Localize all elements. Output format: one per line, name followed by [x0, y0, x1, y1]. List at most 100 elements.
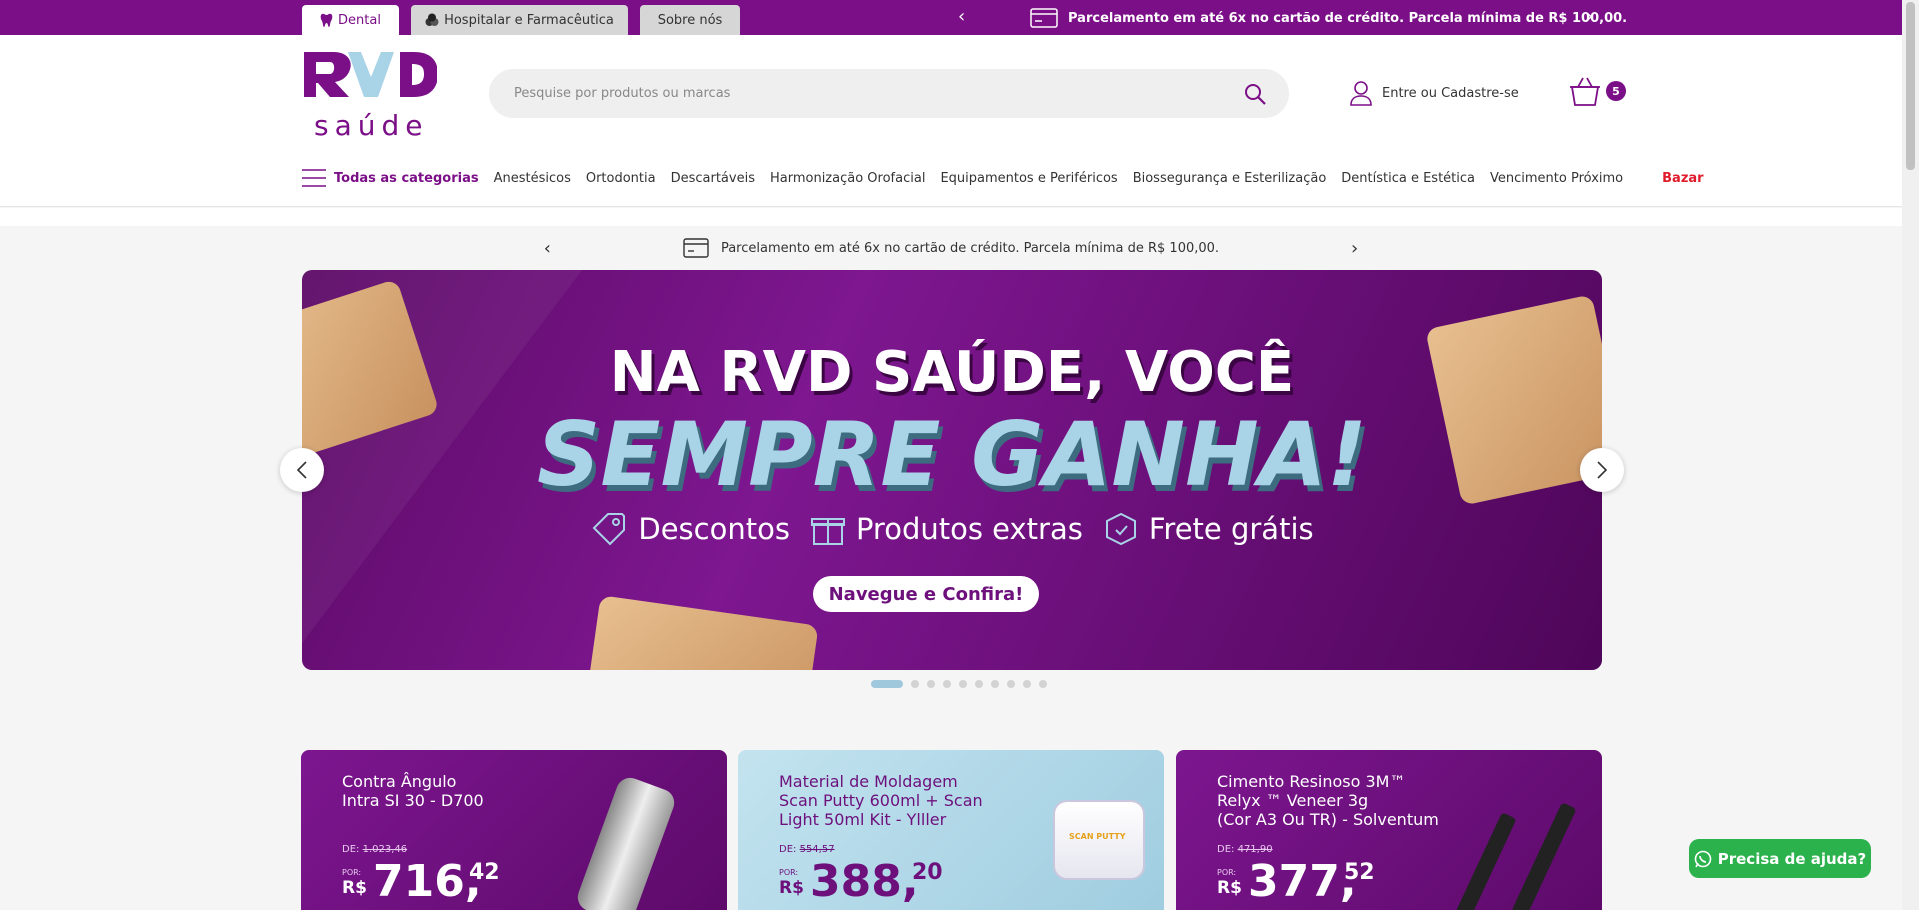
cart-count-badge: 5 [1606, 81, 1626, 101]
feature-produtos-extras: Produtos extras [810, 511, 1083, 547]
carousel-dot[interactable] [871, 680, 903, 688]
tab-label: Dental [338, 12, 381, 28]
handpiece-image [573, 773, 679, 910]
gift-icon [810, 518, 845, 545]
product-price: 388, [810, 856, 919, 907]
whatsapp-icon [1694, 850, 1712, 867]
product-name: Material de Moldagem Scan Putty 600ml + … [779, 772, 983, 829]
product-price-cents: 52 [1344, 860, 1375, 885]
feature-label: Produtos extras [855, 512, 1083, 546]
product-name: Contra Ângulo Intra SI 30 - D700 [342, 772, 484, 810]
product-name: Cimento Resinoso 3M™ Relyx ™ Veneer 3g (… [1217, 772, 1439, 829]
credit-card-icon [1030, 8, 1058, 28]
banner-cta-button[interactable]: Navegue e Confira! [813, 576, 1039, 612]
nav-item-ortodontia[interactable]: Ortodontia [586, 171, 656, 186]
carousel-dots [871, 680, 1047, 688]
info-next-arrow[interactable]: › [1351, 238, 1358, 259]
banner-features: Descontos Produtos extras Frete grátis [302, 510, 1602, 548]
feature-descontos: Descontos [590, 510, 790, 548]
search-bar[interactable]: Pesquise por produtos ou marcas [489, 69, 1289, 118]
promo-next-arrow[interactable]: › [1586, 6, 1593, 27]
product-currency: R$ [779, 878, 804, 898]
chevron-right-icon [1597, 461, 1608, 479]
putty-jar-image: SCAN PUTTY [1053, 800, 1145, 880]
tab-dental[interactable]: Dental [302, 5, 399, 35]
info-prev-arrow[interactable]: ‹ [544, 238, 551, 259]
hamburger-icon [302, 169, 326, 187]
nav-item-anestesicos[interactable]: Anestésicos [494, 171, 571, 186]
product-old-price: DE: 1.023,46 [342, 844, 408, 855]
nav-item-harmonizacao[interactable]: Harmonização Orofacial [770, 171, 925, 186]
user-icon [1350, 81, 1372, 106]
carousel-dot[interactable] [1007, 680, 1015, 688]
whatsapp-help-button[interactable]: Precisa de ajuda? [1689, 839, 1871, 878]
tab-hospitalar[interactable]: Hospitalar e Farmacêutica [411, 5, 628, 35]
search-icon[interactable] [1243, 82, 1267, 106]
nav-item-descartaveis[interactable]: Descartáveis [671, 171, 755, 186]
all-categories-button[interactable]: Todas as categorias [302, 168, 479, 188]
login-link[interactable]: Entre ou Cadastre-se [1350, 80, 1519, 106]
promo-text: Parcelamento em até 6x no cartão de créd… [1068, 10, 1628, 26]
hero-banner[interactable]: NA RVD SAÚDE, VOCÊ SEMPRE GANHA! Descont… [302, 270, 1602, 670]
product-old-price: DE: 554,57 [779, 844, 835, 855]
basket-icon [1570, 77, 1600, 106]
banner-next-button[interactable] [1580, 448, 1624, 492]
nav-item-vencimento[interactable]: Vencimento Próximo [1490, 171, 1623, 186]
banner-headline: NA RVD SAÚDE, VOCÊ [609, 340, 1295, 405]
tab-label: Sobre nós [657, 12, 723, 28]
chevron-left-icon [296, 461, 307, 479]
product-price-cents: 42 [469, 860, 500, 885]
tooth-icon [320, 13, 333, 27]
carousel-dot[interactable] [975, 680, 983, 688]
product-price-cents: 20 [912, 860, 943, 885]
product-por-label: POR: [779, 868, 799, 877]
banner-subheadline: SEMPRE GANHA! [537, 403, 1367, 506]
product-price: 716, [373, 856, 482, 907]
product-currency: R$ [342, 878, 367, 898]
site-header: saúde Pesquise por produtos ou marcas En… [0, 35, 1902, 207]
pills-icon [425, 13, 439, 26]
promo-prev-arrow[interactable]: ‹ [958, 6, 965, 27]
product-card[interactable]: Contra Ângulo Intra SI 30 - D700 DE: 1.0… [301, 750, 727, 910]
product-por-label: POR: [342, 868, 362, 877]
carousel-dot[interactable] [911, 680, 919, 688]
top-bar: Dental Hospitalar e Farmacêutica Sobre n… [0, 0, 1902, 35]
banner-prev-button[interactable] [280, 448, 324, 492]
login-label: Entre ou Cadastre-se [1382, 85, 1519, 101]
product-card[interactable]: Cimento Resinoso 3M™ Relyx ™ Veneer 3g (… [1176, 750, 1602, 910]
nav-item-biosseguranca[interactable]: Biossegurança e Esterilização [1133, 171, 1327, 186]
carousel-dot[interactable] [1023, 680, 1031, 688]
carousel-dot[interactable] [927, 680, 935, 688]
box-image-bottom [585, 595, 819, 670]
carousel-dot[interactable] [1039, 680, 1047, 688]
help-label: Precisa de ajuda? [1717, 849, 1867, 868]
product-por-label: POR: [1217, 868, 1237, 877]
credit-card-icon [683, 238, 709, 258]
cart-button[interactable]: 5 [1568, 76, 1626, 112]
package-check-icon [1105, 512, 1136, 546]
info-bar: ‹ Parcelamento em até 6x no cartão de cr… [0, 230, 1902, 266]
product-currency: R$ [1217, 878, 1242, 898]
tab-label: Hospitalar e Farmacêutica [444, 12, 614, 28]
carousel-dot[interactable] [959, 680, 967, 688]
ticket-icon [592, 513, 626, 546]
carousel-dot[interactable] [943, 680, 951, 688]
search-input[interactable]: Pesquise por produtos ou marcas [514, 86, 730, 101]
product-old-price: DE: 471,90 [1217, 844, 1273, 855]
logo[interactable]: saúde [302, 50, 438, 148]
nav-item-dentistica[interactable]: Dentística e Estética [1341, 171, 1475, 186]
scrollbar-thumb[interactable] [1906, 2, 1915, 170]
tab-sobre-nos[interactable]: Sobre nós [640, 5, 740, 35]
nav-item-bazar[interactable]: Bazar [1662, 171, 1703, 186]
carousel-dot[interactable] [991, 680, 999, 688]
syringe-image [1451, 790, 1596, 910]
feature-frete-gratis: Frete grátis [1103, 511, 1314, 547]
divider-strip [0, 208, 1902, 226]
all-categories-label: Todas as categorias [334, 170, 479, 186]
logo-subtitle: saúde [314, 109, 429, 142]
nav-item-equipamentos[interactable]: Equipamentos e Periféricos [940, 171, 1117, 186]
product-card[interactable]: Material de Moldagem Scan Putty 600ml + … [738, 750, 1164, 910]
scrollbar[interactable] [1902, 0, 1919, 910]
feature-label: Descontos [638, 512, 790, 546]
product-price: 377, [1248, 856, 1357, 907]
